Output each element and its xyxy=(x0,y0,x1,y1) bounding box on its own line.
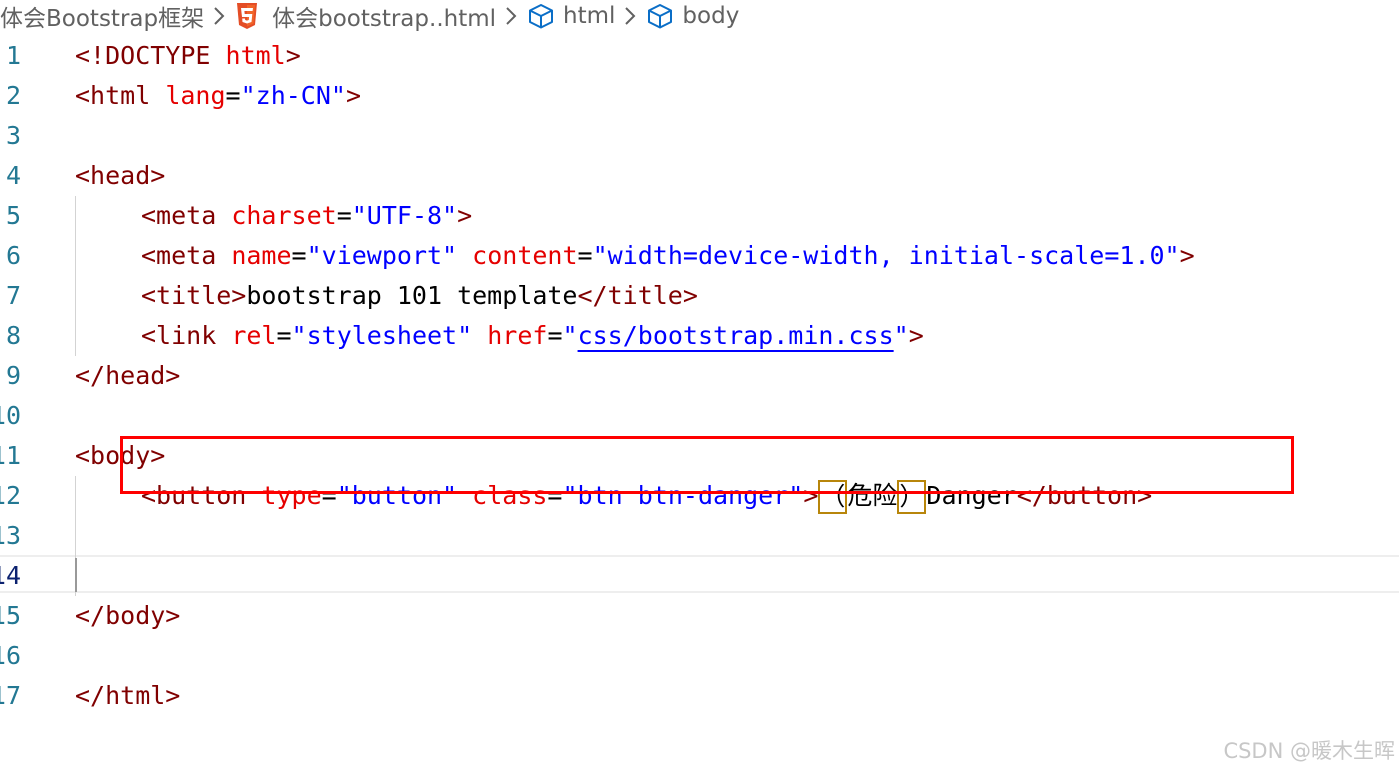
line-number: 9 xyxy=(5,361,21,390)
code-line[interactable]: 7 <title>bootstrap 101 template</title> xyxy=(0,276,1399,316)
line-number: 3 xyxy=(5,121,21,150)
code-line[interactable]: 10 xyxy=(0,396,1399,436)
code-line[interactable]: 9 </head> xyxy=(0,356,1399,396)
line-number: 8 xyxy=(5,321,21,350)
line-number: 1 xyxy=(5,41,21,70)
code-line[interactable]: 4 <head> xyxy=(0,156,1399,196)
line-number: 12 xyxy=(0,481,21,510)
code-editor[interactable]: 1 <!DOCTYPE html> 2 <html lang="zh-CN"> … xyxy=(0,36,1399,736)
code-line[interactable]: 17 </html> xyxy=(0,676,1399,716)
code-line[interactable]: 16 xyxy=(0,636,1399,676)
breadcrumb-item-html[interactable]: html xyxy=(528,3,615,29)
line-number: 2 xyxy=(5,81,21,110)
annotation-highlight-box xyxy=(120,436,1294,494)
line-number-active: 14 xyxy=(0,561,21,590)
cube-icon xyxy=(647,3,673,29)
code-line[interactable]: 2 <html lang="zh-CN"> xyxy=(0,76,1399,116)
line-number: 7 xyxy=(5,281,21,310)
line-number: 17 xyxy=(0,681,21,710)
html5-icon xyxy=(236,3,258,29)
chevron-right-icon xyxy=(624,6,636,26)
code-text: <html lang="zh-CN"> xyxy=(75,81,362,110)
href-link[interactable]: css/bootstrap.min.css xyxy=(578,321,894,350)
cube-icon xyxy=(528,3,554,29)
code-line-active[interactable]: 14 xyxy=(0,556,1399,596)
code-text: <title>bootstrap 101 template</title> xyxy=(141,281,698,310)
code-line[interactable]: 6 <meta name="viewport" content="width=d… xyxy=(0,236,1399,276)
code-text: </body> xyxy=(75,601,181,630)
code-line[interactable]: 1 <!DOCTYPE html> xyxy=(0,36,1399,76)
breadcrumb-folder-label: 体会Bootstrap框架 xyxy=(0,6,205,32)
breadcrumb-item-file[interactable]: 体会bootstrap..html xyxy=(236,0,496,33)
breadcrumb-item-folder[interactable]: 体会Bootstrap框架 xyxy=(0,0,204,33)
line-number: 5 xyxy=(5,201,21,230)
code-text: <link rel="stylesheet" href="css/bootstr… xyxy=(141,321,924,350)
code-line[interactable]: 13 xyxy=(0,516,1399,556)
code-line[interactable]: 3 xyxy=(0,116,1399,156)
breadcrumb: 体会Bootstrap框架 体会bootstrap..html html bod… xyxy=(0,0,739,32)
code-text: <!DOCTYPE html> xyxy=(75,41,301,70)
code-text: <head> xyxy=(75,161,166,190)
code-line[interactable]: 15 </body> xyxy=(0,596,1399,636)
line-number: 6 xyxy=(5,241,21,270)
chevron-right-icon xyxy=(213,6,225,26)
code-text: <meta charset="UTF-8"> xyxy=(141,201,473,230)
line-number: 15 xyxy=(0,601,21,630)
code-line[interactable]: 8 <link rel="stylesheet" href="css/boots… xyxy=(0,316,1399,356)
breadcrumb-file-label: 体会bootstrap..html xyxy=(272,6,497,32)
breadcrumb-html-label: html xyxy=(563,3,616,29)
code-text: <meta name="viewport" content="width=dev… xyxy=(141,241,1195,270)
line-number: 4 xyxy=(5,161,21,190)
line-number: 13 xyxy=(0,521,21,550)
chevron-right-icon xyxy=(505,6,517,26)
code-text: </html> xyxy=(75,681,181,710)
text-cursor xyxy=(75,558,77,592)
line-number: 10 xyxy=(0,401,21,430)
code-line[interactable]: 5 <meta charset="UTF-8"> xyxy=(0,196,1399,236)
breadcrumb-body-label: body xyxy=(682,3,740,29)
breadcrumb-item-body[interactable]: body xyxy=(647,3,739,29)
code-text: </head> xyxy=(75,361,181,390)
line-number: 11 xyxy=(0,441,21,470)
line-number: 16 xyxy=(0,641,21,670)
watermark: CSDN @暖木生晖 xyxy=(1223,739,1395,763)
